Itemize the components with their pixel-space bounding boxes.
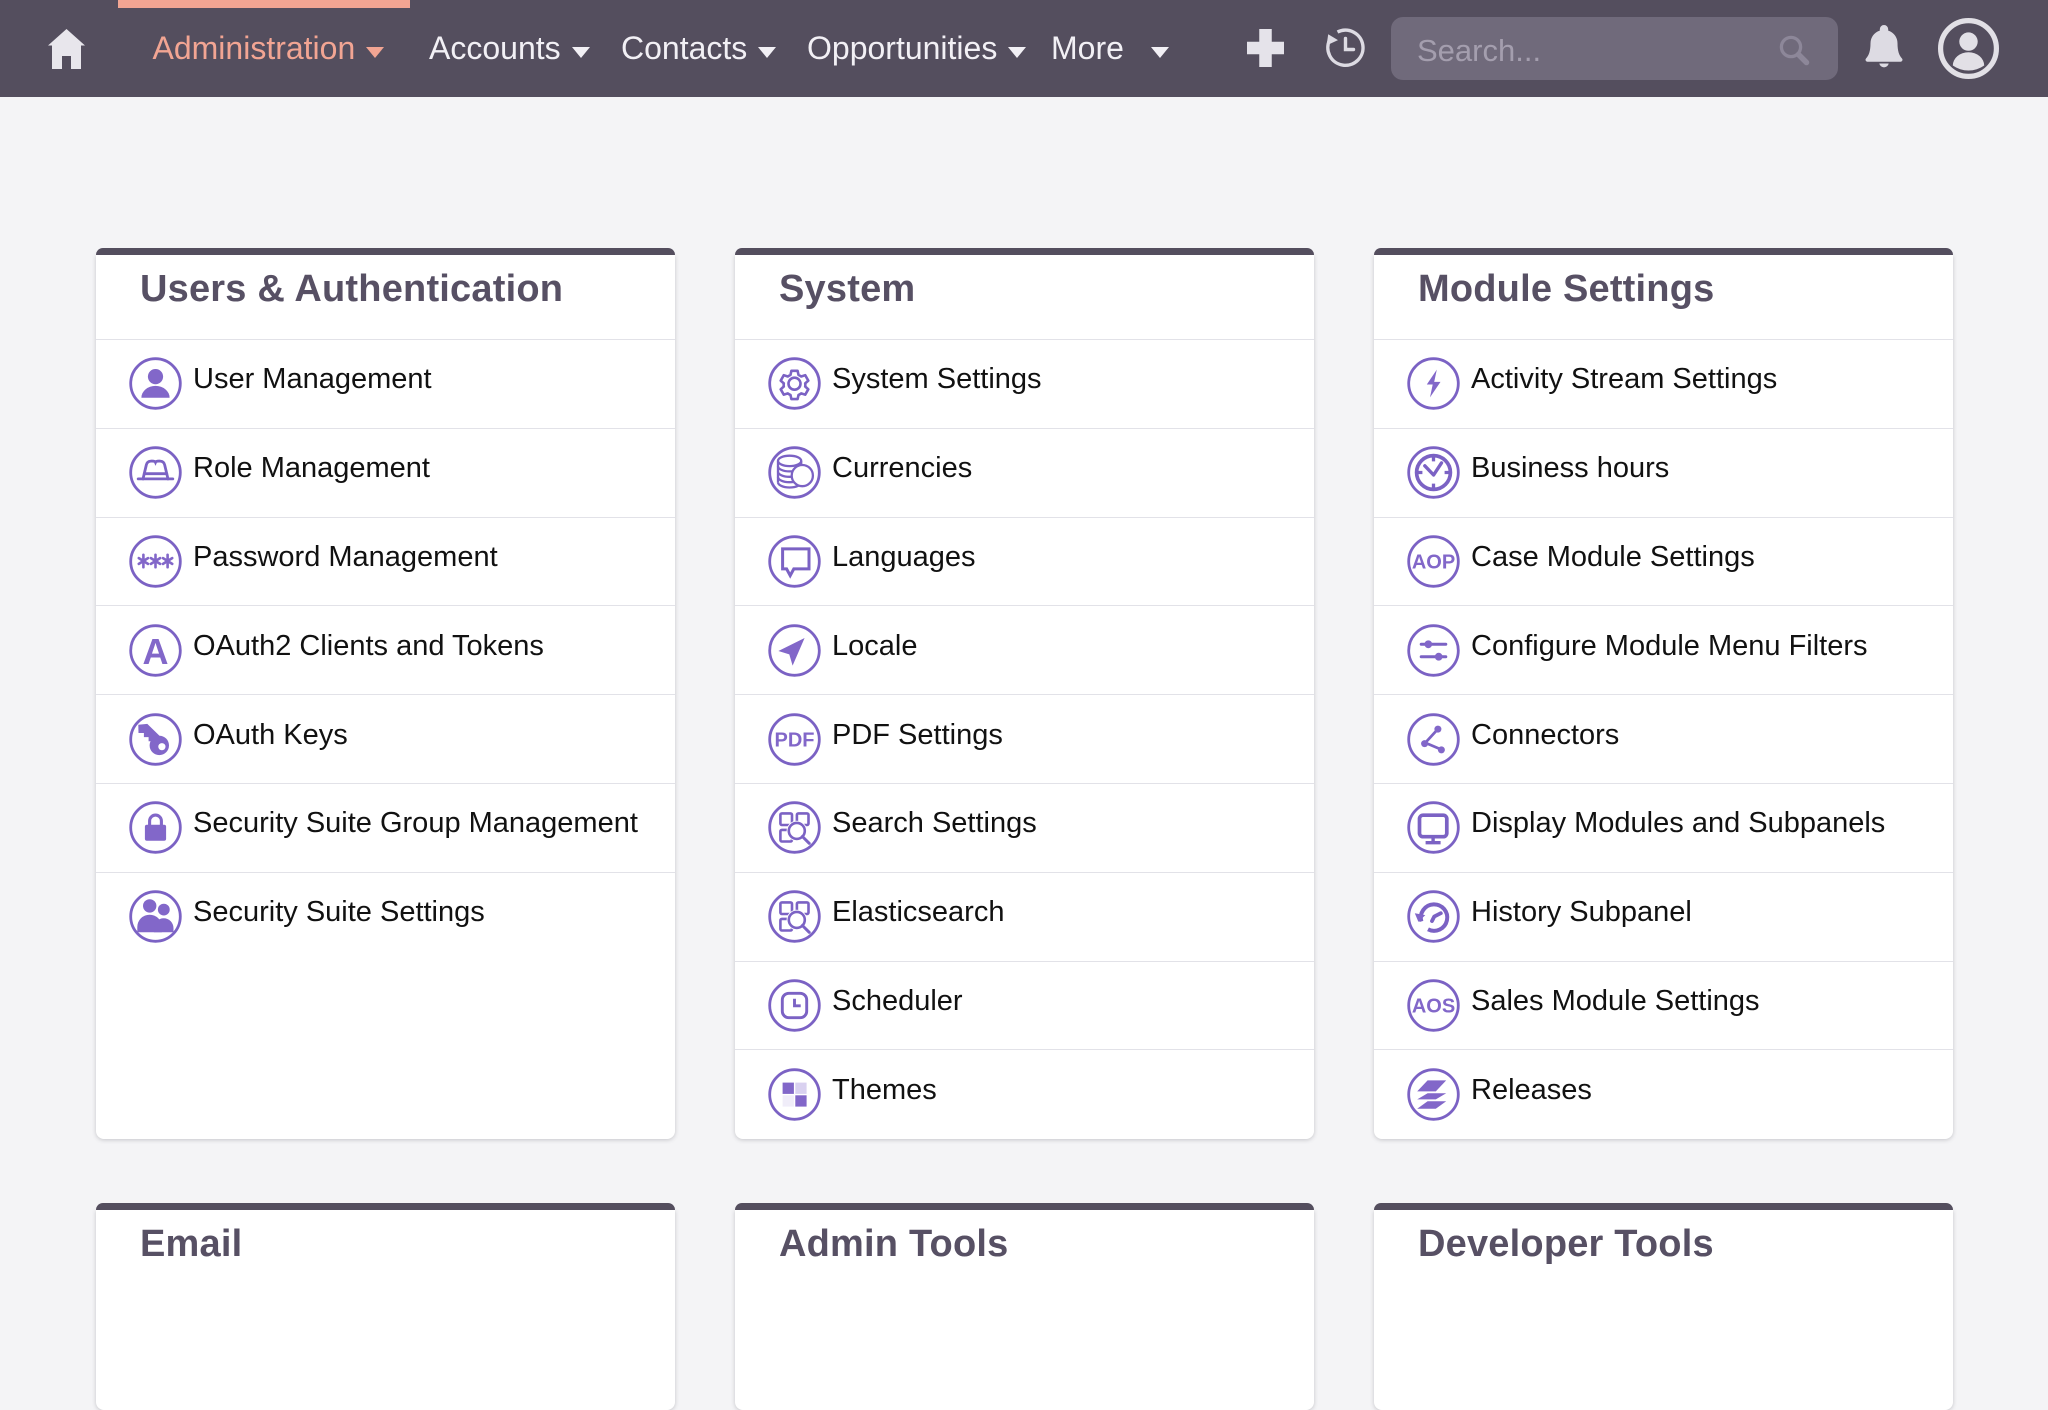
svg-text:PDF: PDF bbox=[775, 729, 815, 751]
svg-text:AOS: AOS bbox=[1412, 995, 1455, 1017]
svg-text:A: A bbox=[143, 631, 169, 672]
svg-text:AOP: AOP bbox=[1412, 551, 1455, 573]
